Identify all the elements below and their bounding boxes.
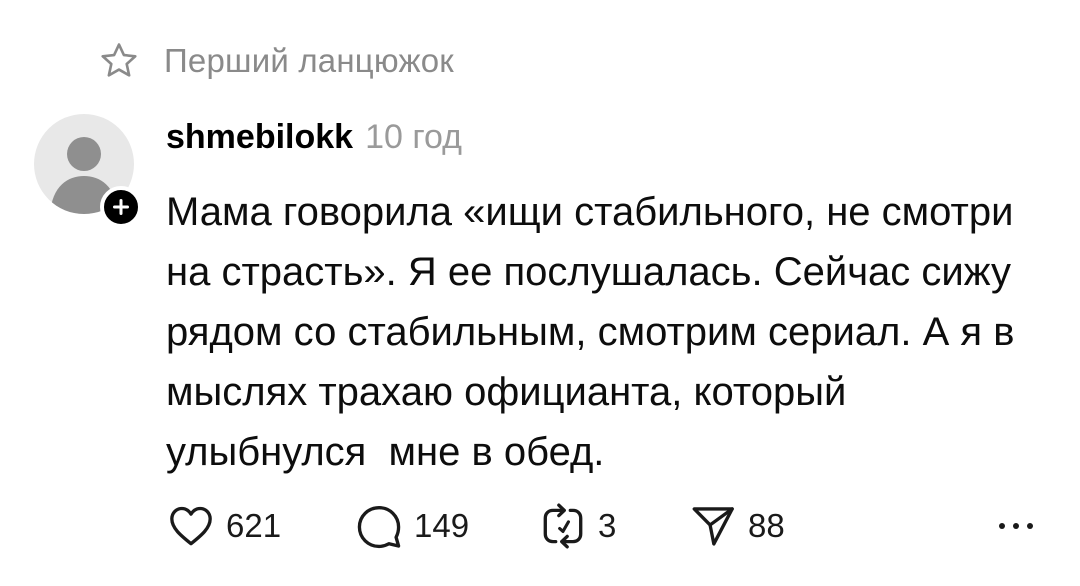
share-button[interactable]: 88: [688, 498, 785, 554]
repost-count: 3: [598, 507, 617, 544]
post-meta: shmebilokk 10 год: [166, 118, 462, 157]
comment-icon: [357, 506, 401, 549]
more-icon: [999, 523, 1033, 529]
thread-header: Перший ланцюжок: [98, 38, 454, 84]
share-count: 88: [748, 507, 785, 544]
username[interactable]: shmebilokk: [166, 118, 353, 157]
avatar-container[interactable]: [34, 114, 142, 228]
repost-icon: [543, 503, 583, 549]
reply-count: 149: [414, 507, 470, 544]
repost-button[interactable]: 3: [538, 498, 616, 554]
post-text-line: Мама говорила «ищи стабильного, не смотр…: [166, 190, 1014, 234]
post-text: Мама говорила «ищи стабильного, не смотр…: [166, 182, 1056, 482]
follow-button[interactable]: [100, 186, 142, 228]
send-icon: [692, 507, 734, 546]
like-count: 621: [226, 507, 282, 544]
post-text-line: улыбнулся мне в обед.: [166, 430, 605, 474]
heart-icon: [170, 506, 212, 546]
post-text-line: рядом со стабильным, смотрим сериал. А я…: [166, 310, 1015, 354]
post-text-line: на страсть». Я ее послушалась. Сейчас си…: [166, 250, 1011, 294]
reply-button[interactable]: 149: [354, 498, 469, 554]
thread-title[interactable]: Перший ланцюжок: [164, 42, 454, 80]
star-icon[interactable]: [98, 40, 140, 82]
timestamp: 10 год: [365, 118, 462, 156]
like-button[interactable]: 621: [166, 498, 281, 554]
action-bar: 621 149 3 88: [166, 498, 1046, 554]
post-text-line: мыслях трахаю официанта, который: [166, 370, 847, 414]
more-options-button[interactable]: [986, 498, 1046, 554]
plus-icon: [113, 199, 129, 215]
